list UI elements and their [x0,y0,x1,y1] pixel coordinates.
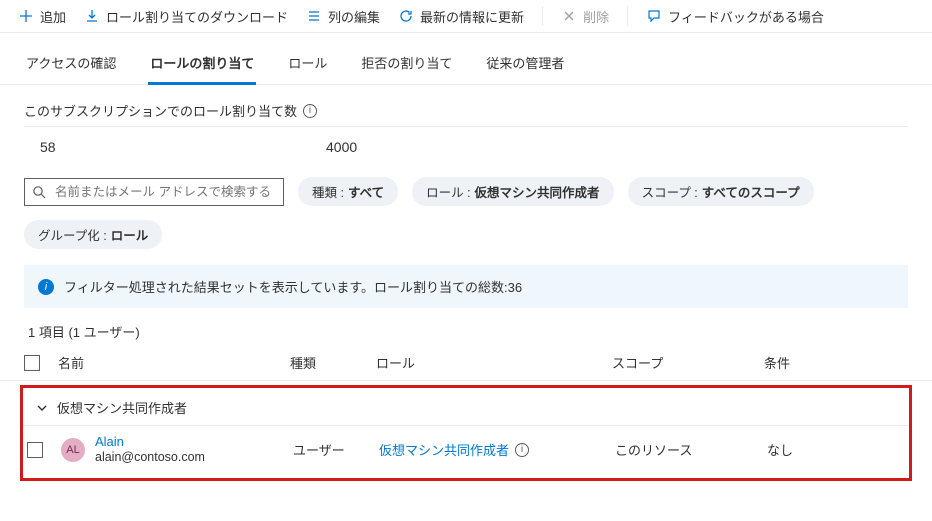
edit-columns-button[interactable]: 列の編集 [306,7,380,26]
tab-bar: アクセスの確認 ロールの割り当て ロール 拒否の割り当て 従来の管理者 [0,33,932,85]
highlighted-results: 仮想マシン共同作成者 AL Alain alain@contoso.com ユー… [20,385,912,481]
info-message-text: フィルター処理された結果セットを表示しています。ロール割り当ての総数:36 [64,277,522,296]
quota-values: 58 4000 [24,127,908,155]
user-email: alain@contoso.com [95,450,205,466]
result-summary: 1 項目 (1 ユーザー) [0,322,932,347]
quota-max: 4000 [326,139,357,155]
edit-columns-label: 列の編集 [328,7,380,26]
user-name-link[interactable]: Alain [95,434,205,450]
add-button[interactable]: 追加 [18,7,66,26]
header-scope[interactable]: スコープ [612,353,764,372]
row-checkbox[interactable] [27,442,43,458]
filter-type-value: すべて [348,182,384,201]
header-role[interactable]: ロール [376,353,612,372]
download-icon [84,8,100,24]
filter-role-value: 仮想マシン共同作成者 [475,182,600,201]
toolbar-separator [627,6,628,26]
search-input[interactable] [53,184,277,200]
download-label: ロール割り当てのダウンロード [106,7,288,26]
filter-groupby-key: グループ化 : [38,225,107,244]
delete-label: 削除 [583,7,609,26]
feedback-button[interactable]: フィードバックがある場合 [646,7,824,26]
columns-icon [306,8,322,24]
header-name[interactable]: 名前 [58,353,290,372]
plus-icon [18,8,34,24]
refresh-button[interactable]: 最新の情報に更新 [398,7,524,26]
filter-scope-key: スコープ : [642,182,698,201]
delete-button: 削除 [561,7,609,26]
info-message-bar: i フィルター処理された結果セットを表示しています。ロール割り当ての総数:36 [24,265,908,308]
chevron-down-icon [35,401,49,415]
table-header: 名前 種類 ロール スコープ 条件 [0,347,932,381]
tab-deny-assignments[interactable]: 拒否の割り当て [359,47,454,85]
command-bar: 追加 ロール割り当てのダウンロード 列の編集 最新の情報に更新 削除 フィードバ… [0,0,932,33]
search-box[interactable] [24,178,284,206]
info-icon: i [38,279,54,295]
cell-role: 仮想マシン共同作成者 i [379,440,615,459]
cell-name: AL Alain alain@contoso.com [61,434,293,466]
quota-section: このサブスクリプションでのロール割り当て数 i 58 4000 [0,85,932,163]
cell-type: ユーザー [293,440,379,459]
tab-check-access[interactable]: アクセスの確認 [24,47,118,85]
filter-groupby-value: ロール [111,225,149,244]
refresh-icon [398,8,414,24]
info-icon[interactable]: i [303,104,317,118]
quota-title: このサブスクリプションでのロール割り当て数 [24,101,297,120]
group-row[interactable]: 仮想マシン共同作成者 [23,388,909,426]
header-type[interactable]: 種類 [290,353,376,372]
table-row[interactable]: AL Alain alain@contoso.com ユーザー 仮想マシン共同作… [23,426,909,466]
delete-icon [561,8,577,24]
tab-role-assignments[interactable]: ロールの割り当て [148,47,256,85]
feedback-label: フィードバックがある場合 [668,7,824,26]
quota-title-row: このサブスクリプションでのロール割り当て数 i [24,101,908,127]
add-label: 追加 [40,7,66,26]
refresh-label: 最新の情報に更新 [420,7,524,26]
avatar: AL [61,438,85,462]
filter-scope[interactable]: スコープ : すべてのスコープ [628,177,814,206]
cell-condition: なし [767,440,905,459]
role-link[interactable]: 仮想マシン共同作成者 [379,440,509,459]
tab-roles[interactable]: ロール [286,47,329,85]
filter-groupby[interactable]: グループ化 : ロール [24,220,162,249]
filter-type-key: 種類 : [312,182,344,201]
tab-classic-admins[interactable]: 従来の管理者 [484,47,566,85]
info-icon[interactable]: i [515,443,529,457]
filter-role-key: ロール : [426,182,470,201]
filter-role[interactable]: ロール : 仮想マシン共同作成者 [412,177,613,206]
search-icon [31,184,47,200]
filter-scope-value: すべてのスコープ [702,182,800,201]
feedback-icon [646,8,662,24]
select-all-checkbox[interactable] [24,355,40,371]
toolbar-separator [542,6,543,26]
download-button[interactable]: ロール割り当てのダウンロード [84,7,288,26]
quota-current: 58 [26,139,326,155]
filter-type[interactable]: 種類 : すべて [298,177,398,206]
cell-scope: このリソース [615,440,767,459]
filter-bar: 種類 : すべて ロール : 仮想マシン共同作成者 スコープ : すべてのスコー… [0,163,932,265]
group-title: 仮想マシン共同作成者 [57,398,187,417]
header-condition[interactable]: 条件 [764,353,908,372]
